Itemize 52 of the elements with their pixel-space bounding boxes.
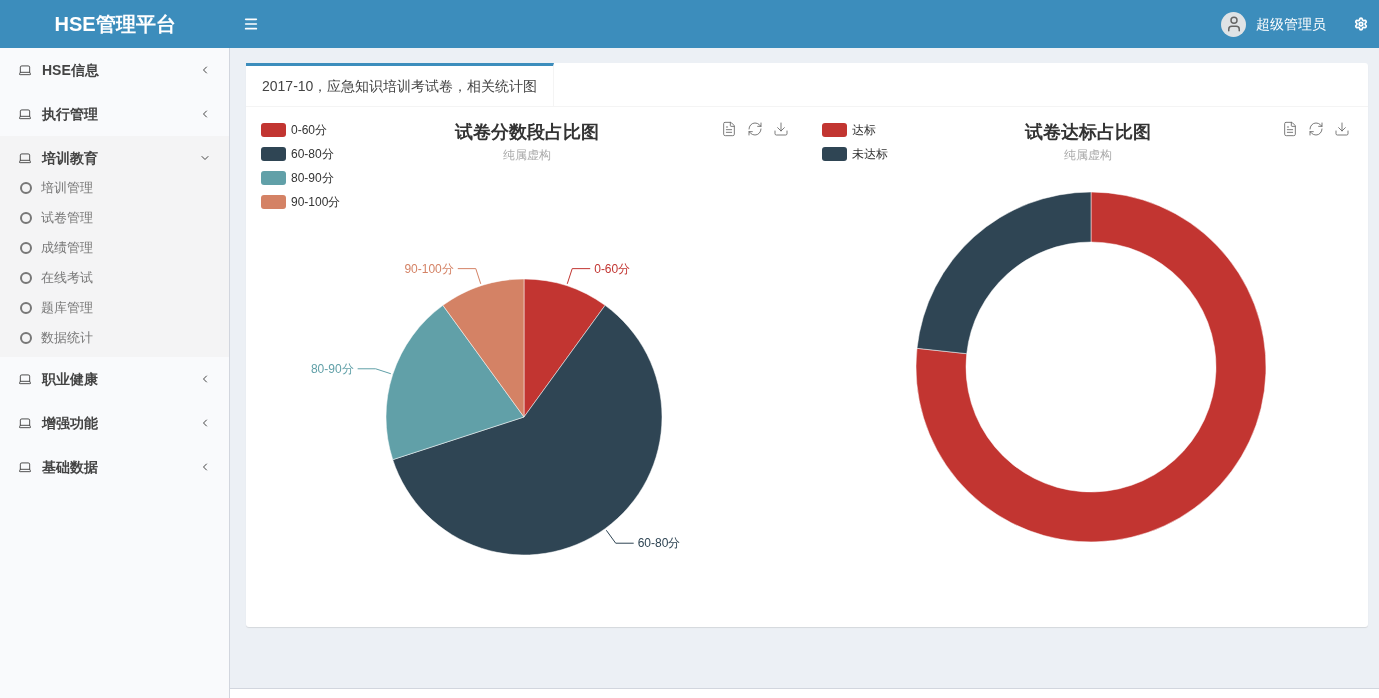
submenu-item[interactable]: 在线考试 bbox=[0, 263, 229, 293]
legend-label[interactable]: 60-80分 bbox=[291, 145, 334, 163]
sidebar-group[interactable]: 基础数据 bbox=[0, 445, 229, 489]
settings-icon[interactable] bbox=[1354, 17, 1368, 31]
refresh-icon[interactable] bbox=[747, 121, 763, 137]
laptop-icon bbox=[18, 63, 32, 77]
legend-label[interactable]: 达标 bbox=[852, 121, 876, 139]
laptop-icon bbox=[18, 151, 32, 165]
leader-line bbox=[566, 268, 591, 285]
sidebar-group[interactable]: HSE信息 bbox=[0, 48, 229, 92]
legend-label[interactable]: 0-60分 bbox=[291, 121, 328, 139]
group-label: 增强功能 bbox=[42, 413, 99, 433]
legend-label[interactable]: 80-90分 bbox=[291, 169, 334, 187]
chart-title: 试卷达标占比图 bbox=[1024, 121, 1151, 144]
laptop-icon bbox=[18, 372, 32, 386]
leader-line bbox=[457, 268, 482, 285]
menu-icon[interactable] bbox=[243, 16, 259, 32]
submenu-item[interactable]: 题库管理 bbox=[0, 293, 229, 323]
leader-line bbox=[357, 368, 392, 375]
slice-label: 60-80分 bbox=[637, 536, 681, 551]
user-name[interactable]: 超级管理员 bbox=[1256, 13, 1326, 35]
app-logo[interactable]: HSE管理平台 bbox=[54, 9, 176, 39]
submenu-item[interactable]: 数据统计 bbox=[0, 323, 229, 353]
tab[interactable]: 2017-10，应急知识培训考试卷，相关统计图 bbox=[246, 63, 555, 106]
chart-subtitle: 纯属虚构 bbox=[1063, 147, 1112, 163]
laptop-icon bbox=[18, 107, 32, 121]
group-label: 职业健康 bbox=[42, 369, 99, 389]
sidebar-group[interactable]: 增强功能 bbox=[0, 401, 229, 445]
sidebar-group[interactable]: 执行管理 bbox=[0, 92, 229, 136]
laptop-icon bbox=[18, 416, 32, 430]
laptop-icon bbox=[18, 460, 32, 474]
group-label: 培训教育 bbox=[42, 148, 99, 168]
data-view-icon[interactable] bbox=[721, 121, 737, 137]
slice-label: 80-90分 bbox=[310, 361, 354, 376]
group-label: 基础数据 bbox=[42, 457, 99, 477]
avatar[interactable] bbox=[1221, 11, 1246, 37]
refresh-icon[interactable] bbox=[1308, 121, 1324, 137]
data-view-icon[interactable] bbox=[1282, 121, 1298, 137]
chart-subtitle: 纯属虚构 bbox=[502, 147, 551, 163]
submenu-item[interactable]: 试卷管理 bbox=[0, 203, 229, 233]
slice-label: 90-100分 bbox=[404, 261, 454, 276]
group-label: 执行管理 bbox=[42, 104, 99, 124]
legend-label[interactable]: 90-100分 bbox=[291, 193, 341, 211]
download-icon[interactable] bbox=[773, 121, 789, 137]
submenu-item[interactable]: 成绩管理 bbox=[0, 233, 229, 263]
chart-title: 试卷分数段占比图 bbox=[454, 121, 599, 144]
group-label: HSE信息 bbox=[42, 60, 100, 80]
slice-label: 0-60分 bbox=[594, 261, 631, 276]
legend-label[interactable]: 未达标 bbox=[852, 145, 888, 163]
download-icon[interactable] bbox=[1334, 121, 1350, 137]
leader-line bbox=[605, 529, 635, 544]
sidebar-group[interactable]: 职业健康 bbox=[0, 357, 229, 401]
